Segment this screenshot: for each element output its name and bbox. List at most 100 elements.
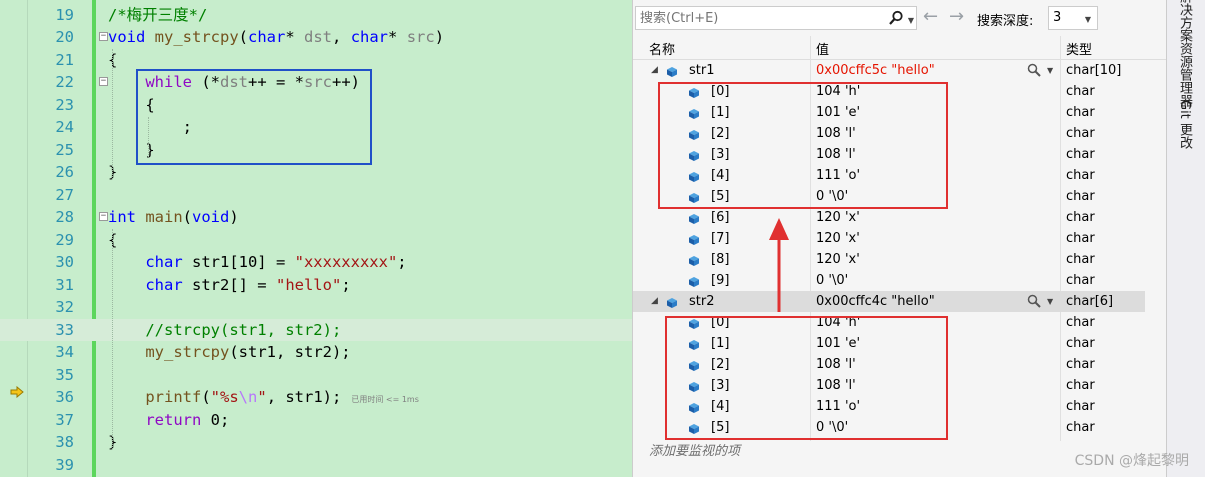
watch-value[interactable]: 120 'x' [816,207,860,228]
code-line[interactable]: 33 //strcpy(str1, str2); [0,318,632,341]
chevron-down-icon[interactable]: ▼ [1047,291,1053,312]
line-number: 36 [55,388,74,406]
collapse-icon[interactable]: − [99,212,108,221]
line-number: 38 [55,433,74,451]
indent-guide [112,229,113,449]
annotation-red-arrow [769,218,789,312]
add-watch-item[interactable]: 添加要监视的项 [649,440,740,459]
code-line[interactable]: 28 − int main(void) [0,206,632,229]
watch-type: char [1066,210,1095,225]
line-number: 24 [55,118,74,136]
code-editor[interactable]: 19/*梅开三度*/20− void my_strcpy(char* dst, c… [0,0,632,477]
search-depth-value: 3 [1053,10,1062,25]
code-line[interactable]: 34 my_strcpy(str1, str2); [0,341,632,364]
watch-child-row[interactable]: [6] 120 'x' char [633,207,1145,228]
column-name-header[interactable]: 名称 [649,39,675,58]
watch-child-row[interactable]: [8] 120 'x' char [633,249,1145,270]
column-header: 名称 值 类型 [633,36,1167,60]
line-number: 28 [55,208,74,226]
code-line[interactable]: 36 printf("%s\n", str1); 已用时间 <= 1ms [0,386,632,409]
code-text: void my_strcpy(char* dst, char* src) [108,28,445,46]
line-number: 27 [55,185,74,204]
watch-type: char [1066,231,1095,246]
watch-type: char[6] [1066,294,1114,309]
line-number: 31 [55,275,74,294]
code-line[interactable]: 39 [0,454,632,477]
code-line[interactable]: 35 [0,364,632,387]
watch-type: char [1066,336,1095,351]
expand-triangle-icon[interactable]: ◢ [651,60,658,81]
watch-child-row[interactable]: [7] 120 'x' char [633,228,1145,249]
line-number: 22 [55,73,74,91]
watch-name: [6] [711,210,730,225]
line-number: 29 [55,230,74,249]
code-line[interactable]: 37 return 0; [0,409,632,432]
element-icon [688,211,700,224]
collapse-icon[interactable]: − [99,32,108,41]
line-number: 25 [55,140,74,159]
annotation-red-box [665,316,948,440]
watch-row-str1[interactable]: ◢ str1 0x00cffc5c "hello" ▼ char[10] [633,60,1145,81]
back-arrow-icon[interactable]: ← [923,8,938,26]
watch-type: char [1066,147,1095,162]
code-line[interactable]: 19 /*梅开三度*/ [0,4,632,27]
column-value-header[interactable]: 值 [816,39,829,58]
search-depth-select[interactable]: 3 ▼ [1048,6,1098,30]
tab-git-changes[interactable]: Git 更改 [1175,100,1194,149]
code-line[interactable]: 21{ [0,49,632,72]
code-line[interactable]: 29{ [0,229,632,252]
watch-value[interactable]: 0x00cffc4c "hello" [816,291,935,312]
indent-guide [112,49,113,179]
watch-type: char [1066,126,1095,141]
code-text: char str2[] = "hello"; [145,275,351,294]
line-number: 23 [55,95,74,114]
line-number: 35 [55,365,74,384]
watch-value[interactable]: 120 'x' [816,249,860,270]
search-input[interactable] [636,7,866,30]
watch-value[interactable]: 120 'x' [816,228,860,249]
code-line[interactable]: 30 char str1[10] = "xxxxxxxxx"; [0,251,632,274]
code-line[interactable]: 27 [0,184,632,207]
magnifier-icon[interactable] [1027,294,1041,308]
element-icon [688,253,700,266]
line-number: 26 [55,163,74,181]
watch-type: char [1066,84,1095,99]
watch-toolbar: ▼ ← → 搜索深度: 3 ▼ [633,0,1167,36]
line-number: 30 [55,253,74,271]
code-text: /*梅开三度*/ [108,5,208,24]
line-number: 20 [55,28,74,46]
chevron-down-icon[interactable]: ▼ [908,16,914,25]
search-icon[interactable] [888,10,904,26]
code-line[interactable]: 31 char str2[] = "hello"; [0,274,632,297]
code-text: return 0; [145,410,230,429]
side-tool-strip: 解决方案资源管理器 Git 更改 [1166,0,1205,477]
watch-type: char [1066,252,1095,267]
watch-type: char [1066,273,1095,288]
watch-value[interactable]: 0 '\0' [816,270,848,291]
watch-child-row[interactable]: [9] 0 '\0' char [633,270,1145,291]
line-number: 21 [55,50,74,69]
search-depth-label: 搜索深度: [977,14,1034,29]
column-type-header[interactable]: 类型 [1066,39,1092,58]
code-line[interactable]: 20 − void my_strcpy(char* dst, char* src) [0,26,632,49]
code-text: int main(void) [108,208,239,226]
code-line[interactable]: 32 [0,296,632,319]
watch-type: char[10] [1066,63,1122,78]
code-line[interactable]: 38} [0,431,632,454]
forward-arrow-icon[interactable]: → [949,8,964,26]
tab-solution-explorer[interactable]: 解决方案资源管理器 [1175,0,1194,107]
magnifier-icon[interactable] [1027,63,1041,77]
line-number: 37 [55,410,74,429]
watch-name: [8] [711,252,730,267]
element-icon [688,232,700,245]
search-box[interactable]: ▼ [635,6,917,30]
collapse-icon[interactable]: − [99,77,108,86]
watch-row-str2[interactable]: ◢ str2 0x00cffc4c "hello" ▼ char[6] [633,291,1145,312]
watch-type: char [1066,315,1095,330]
watch-name: str2 [689,294,715,309]
line-number: 19 [55,5,74,24]
expand-triangle-icon[interactable]: ◢ [651,291,658,312]
current-line-arrow-icon [10,386,24,398]
chevron-down-icon[interactable]: ▼ [1047,60,1053,81]
watch-value[interactable]: 0x00cffc5c "hello" [816,60,935,81]
